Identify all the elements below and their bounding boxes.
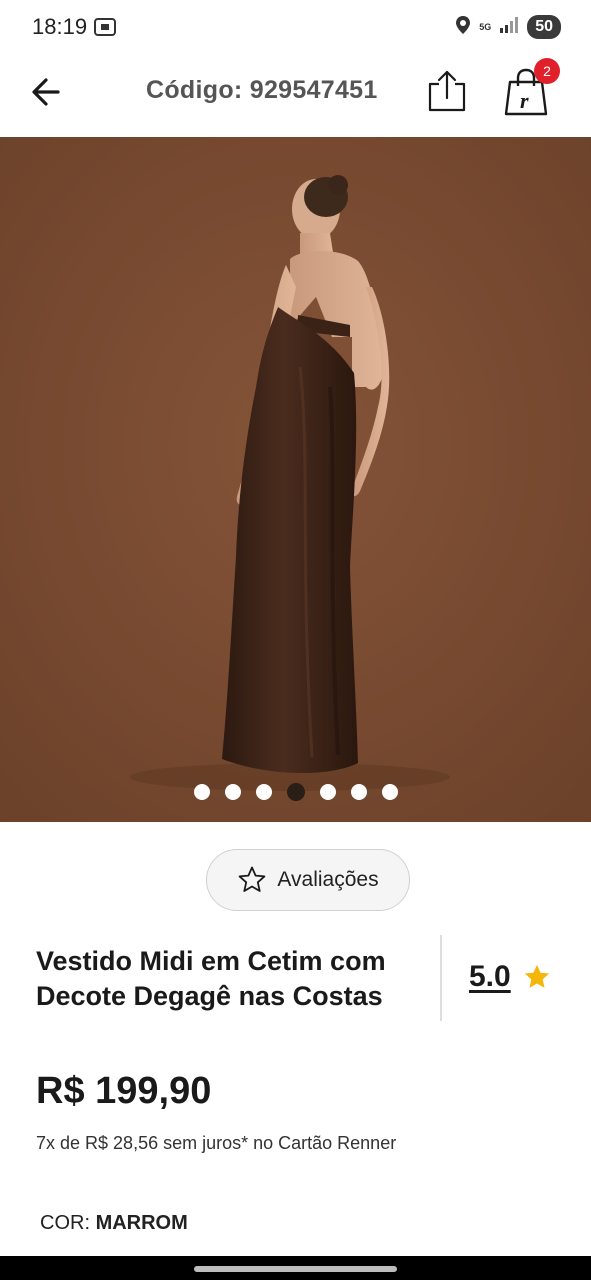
product-image[interactable]	[0, 137, 591, 822]
color-value: MARROM	[95, 1212, 188, 1234]
product-name: Vestido Midi em Cetim com Decote Degagê …	[36, 946, 386, 1011]
status-time: 18:19	[32, 14, 88, 39]
carousel-dot-active[interactable]	[286, 783, 305, 801]
status-bar: 18:19 5G 50	[0, 0, 591, 50]
cart-button[interactable]: r 2	[502, 58, 560, 120]
reviews-button[interactable]: Avaliações	[206, 849, 410, 911]
carousel-dot[interactable]	[255, 784, 272, 800]
color-selection-label: COR: MARROM	[40, 1212, 188, 1235]
carousel-dot[interactable]	[319, 784, 336, 800]
cart-count-badge: 2	[534, 58, 560, 84]
reviews-label: Avaliações	[277, 868, 379, 891]
carousel-dot[interactable]	[381, 784, 398, 800]
back-button[interactable]	[28, 74, 68, 110]
network-type: 5G	[479, 21, 492, 32]
home-indicator[interactable]	[194, 1266, 397, 1272]
product-code-title: Código: 929547451	[146, 76, 378, 104]
share-icon	[428, 70, 466, 112]
star-outline-icon	[239, 866, 266, 892]
carousel-dot[interactable]	[193, 784, 210, 800]
svg-text:r: r	[520, 88, 529, 113]
share-button[interactable]	[424, 68, 470, 114]
system-navigation-bar	[0, 1256, 591, 1280]
status-indicators: 5G 50	[455, 14, 561, 40]
color-label: COR:	[40, 1212, 90, 1234]
screenshot-icon	[94, 17, 116, 42]
battery-indicator: 50	[527, 15, 561, 39]
installment-info: 7x de R$ 28,56 sem juros* no Cartão Renn…	[36, 1133, 397, 1153]
divider	[440, 935, 442, 1021]
product-price: R$ 199,90	[36, 1070, 212, 1112]
location-icon	[455, 15, 471, 40]
app-header: Código: 929547451 r 2	[0, 50, 591, 136]
carousel-dot[interactable]	[224, 784, 241, 800]
signal-icon	[499, 16, 519, 39]
product-rating[interactable]: 5.0	[469, 960, 551, 994]
product-photo	[0, 137, 591, 822]
back-arrow-icon	[32, 78, 60, 106]
star-filled-icon	[524, 964, 549, 988]
carousel-dot[interactable]	[350, 784, 367, 800]
carousel-indicator	[0, 782, 591, 802]
rating-value: 5.0	[469, 960, 511, 993]
